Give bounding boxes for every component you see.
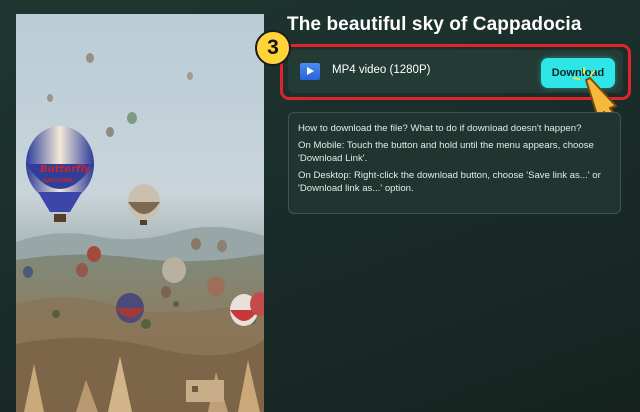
balloon-text-butterfly: Butterfly bbox=[40, 164, 91, 175]
help-desktop-instructions: On Desktop: Right-click the download but… bbox=[298, 170, 601, 194]
balloon-text-balloons: BALLOONS bbox=[43, 178, 74, 184]
help-question: How to download the file? What to do if … bbox=[298, 123, 582, 134]
step-number-badge: 3 bbox=[255, 30, 291, 66]
download-page: Butterfly BALLOONS The beautiful sky of … bbox=[0, 0, 640, 412]
download-help-box: How to download the file? What to do if … bbox=[288, 112, 621, 214]
page-title: The beautiful sky of Cappadocia bbox=[287, 14, 582, 35]
cappadocia-balloons-image: Butterfly BALLOONS bbox=[16, 14, 264, 412]
help-mobile-instructions: On Mobile: Touch the button and hold unt… bbox=[298, 140, 594, 164]
video-thumbnail: Butterfly BALLOONS bbox=[16, 14, 264, 412]
